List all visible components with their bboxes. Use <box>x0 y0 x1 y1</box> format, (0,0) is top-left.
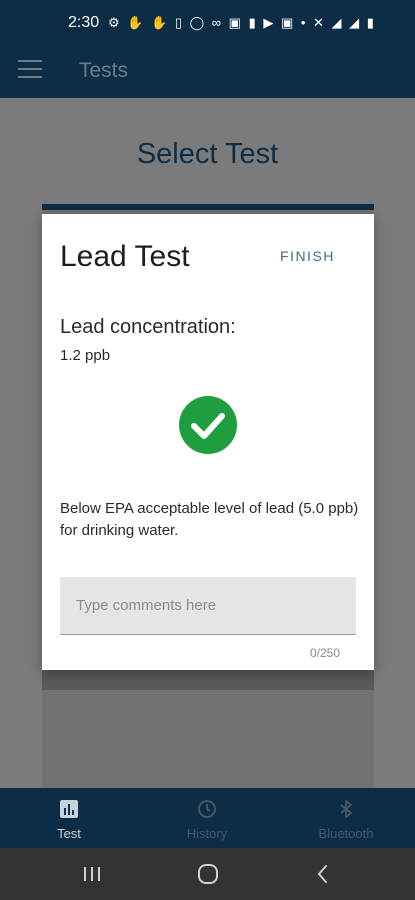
recent-apps-icon[interactable] <box>80 862 104 886</box>
concentration-label: Lead concentration: <box>60 316 236 338</box>
nav-label-bluetooth: Bluetooth <box>318 826 374 841</box>
dialog-title: Lead Test <box>60 240 190 273</box>
status-icons: ⚙ ✋ ✋ ▯ ◯ ∞ ▣ ▮ ▶ ▣ • ✕ ◢ ◢ ▮ <box>108 15 376 30</box>
page-heading: Select Test <box>136 138 279 170</box>
nav-label-history: History <box>186 826 228 841</box>
char-count: 0/250 <box>309 646 340 660</box>
history-icon <box>198 800 216 818</box>
system-navigation-bar <box>0 848 415 900</box>
nav-item-test[interactable]: Test <box>0 788 138 848</box>
nav-item-bluetooth[interactable]: Bluetooth <box>277 788 415 848</box>
menu-icon[interactable] <box>18 60 42 80</box>
bar-chart-icon <box>60 800 78 818</box>
status-bar: 2:30 ⚙ ✋ ✋ ▯ ◯ ∞ ▣ ▮ ▶ ▣ • ✕ ◢ ◢ ▮ <box>0 0 415 44</box>
home-icon[interactable] <box>196 862 220 886</box>
bottom-navigation: Test History Bluetooth <box>0 788 415 848</box>
bluetooth-icon <box>340 800 352 818</box>
lead-test-dialog: Lead Test FINISH Lead concentration: 1.2… <box>42 214 374 670</box>
nav-label-test: Test <box>57 826 81 841</box>
back-icon[interactable] <box>311 862 335 886</box>
check-circle-icon <box>179 396 237 454</box>
app-bar: Tests <box>0 44 415 98</box>
result-message: Below EPA acceptable level of lead (5.0 … <box>60 500 359 539</box>
finish-button[interactable]: FINISH <box>280 248 335 264</box>
nav-item-history[interactable]: History <box>138 788 276 848</box>
status-time: 2:30 <box>68 14 100 31</box>
comment-input[interactable] <box>60 577 356 635</box>
app-title: Tests <box>79 59 129 82</box>
concentration-value: 1.2 ppb <box>60 347 111 364</box>
